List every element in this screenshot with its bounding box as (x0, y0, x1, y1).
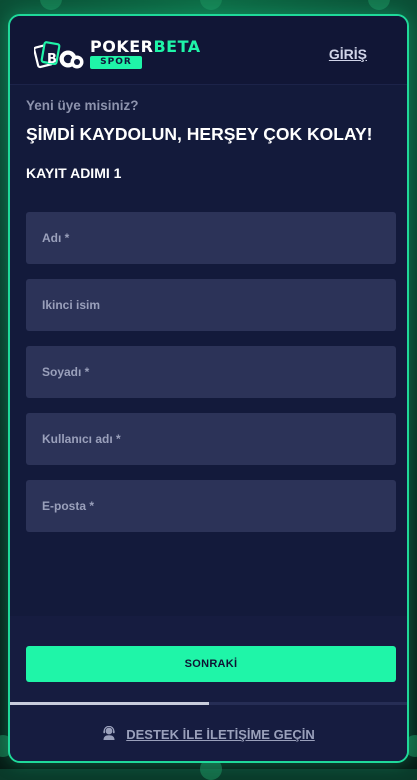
modal-footer: SONRAKİ DESTEK İLE İLETİŞİME GEÇİN (10, 616, 407, 761)
contact-support-link[interactable]: DESTEK İLE İLETİŞİME GEÇİN (10, 725, 407, 743)
support-agent-icon (103, 725, 115, 740)
logo-sub-badge: SPOR (90, 56, 142, 69)
middle-name-input[interactable] (26, 279, 396, 331)
registration-progress-fill (10, 702, 209, 705)
username-field-wrapper (26, 413, 396, 465)
new-member-question: Yeni üye misiniz? (26, 98, 139, 113)
signup-headline: ŞİMDİ KAYDOLUN, HERŞEY ÇOK KOLAY! (26, 124, 373, 144)
backdrop-dot (200, 0, 222, 10)
svg-text:B: B (47, 52, 57, 67)
modal-header: B POKERBETA SPOR GİRİŞ (10, 16, 407, 85)
last-name-input[interactable] (26, 346, 396, 398)
username-input[interactable] (26, 413, 396, 465)
login-link[interactable]: GİRİŞ (329, 46, 367, 62)
support-link-label: DESTEK İLE İLETİŞİME GEÇİN (126, 727, 315, 743)
brand-logo[interactable]: B POKERBETA SPOR (34, 38, 230, 72)
logo-word-beta: BETA (153, 37, 201, 56)
email-field-wrapper (26, 480, 396, 532)
backdrop-dot (368, 0, 390, 10)
first-name-input[interactable] (26, 212, 396, 264)
email-input[interactable] (26, 480, 396, 532)
next-button[interactable]: SONRAKİ (26, 646, 396, 682)
last-name-field-wrapper (26, 346, 396, 398)
registration-progress-bar (10, 702, 407, 705)
poker-chips-logo-icon: B (34, 41, 84, 69)
intro-section: Yeni üye misiniz? ŞİMDİ KAYDOLUN, HERŞEY… (26, 98, 396, 181)
first-name-field-wrapper (26, 212, 396, 264)
registration-step-label: KAYIT ADIMI 1 (26, 165, 122, 181)
middle-name-field-wrapper (26, 279, 396, 331)
backdrop-dot (40, 0, 62, 10)
registration-modal: B POKERBETA SPOR GİRİŞ Yeni üye misiniz?… (8, 14, 409, 763)
logo-wordmark: POKERBETA (90, 38, 201, 56)
logo-word-poker: POKER (90, 37, 154, 56)
registration-form (26, 212, 396, 547)
